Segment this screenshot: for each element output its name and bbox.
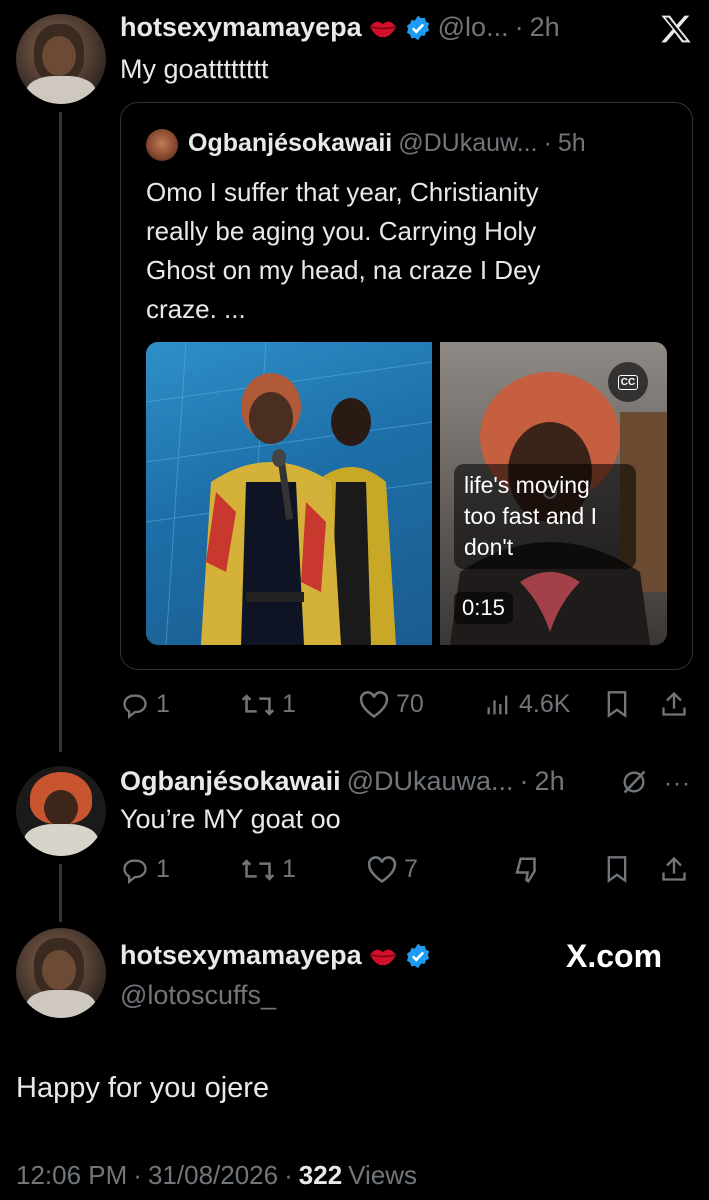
post1-like-button[interactable]: 70 — [358, 690, 424, 719]
separator-dot: · — [514, 12, 524, 42]
quote-photo[interactable] — [146, 342, 432, 645]
post1-views-count: 4.6K — [519, 690, 571, 718]
thread-line — [59, 112, 62, 752]
post3-text: Happy for you ojere — [16, 1072, 270, 1104]
post2-like-button[interactable]: 7 — [366, 855, 418, 884]
verified-badge-icon — [404, 942, 432, 970]
repost-icon — [240, 691, 276, 719]
post2-reply-button[interactable]: 1 — [120, 855, 170, 884]
cc-button[interactable]: CC — [608, 362, 648, 402]
post3-views-count: 322 — [298, 1160, 343, 1190]
post2-dislike-button[interactable] — [512, 855, 542, 885]
post1-time[interactable]: 2h — [530, 12, 560, 43]
quote-video[interactable]: life's moving too fast and I don't 0:15 … — [440, 342, 667, 645]
separator-dot: · — [543, 129, 552, 157]
lips-emoji-icon — [368, 945, 398, 967]
repost-icon — [240, 856, 276, 884]
avatar-hotsexymamayepa-main[interactable] — [16, 928, 106, 1018]
post1-repost-count: 1 — [282, 690, 296, 718]
separator-dot: · — [519, 766, 529, 796]
quote-display-name[interactable]: Ogbanjésokawaii — [188, 129, 392, 158]
post1-share-button[interactable] — [660, 690, 688, 718]
dislike-icon — [512, 855, 542, 885]
post1-repost-button[interactable]: 1 — [240, 690, 296, 719]
post3-handle[interactable]: @lotoscuffs_ — [120, 980, 276, 1011]
post2-bookmark-button[interactable] — [604, 855, 630, 883]
post2-reply-count: 1 — [156, 855, 170, 883]
post1-reply-count: 1 — [156, 690, 170, 718]
quote-time[interactable]: 5h — [558, 129, 586, 158]
post3-date[interactable]: 31/08/2026 — [148, 1160, 278, 1191]
verified-badge-icon — [404, 14, 432, 42]
x-com-watermark: X.com — [566, 938, 663, 974]
x-logo-icon[interactable] — [660, 14, 692, 44]
separator-dot: · — [284, 1160, 293, 1190]
post2-text: You’re MY goat oo — [120, 804, 341, 834]
avatar-ogbanjesokawaii[interactable] — [16, 766, 106, 856]
avatar-hotsexymamayepa[interactable] — [16, 14, 106, 104]
post2-time[interactable]: 2h — [535, 766, 565, 797]
video-caption: life's moving too fast and I don't — [454, 464, 636, 569]
more-icon[interactable]: ··· — [664, 770, 691, 798]
post2-header: Ogbanjésokawaii @DUkauwa... · 2h — [120, 766, 565, 797]
post1-display-name[interactable]: hotsexymamayepa — [120, 12, 362, 43]
post3-time[interactable]: 12:06 PM — [16, 1160, 127, 1191]
grok-icon[interactable] — [620, 768, 648, 796]
post2-repost-button[interactable]: 1 — [240, 855, 296, 884]
video-duration: 0:15 — [454, 592, 513, 624]
reply-icon — [120, 691, 150, 719]
separator-dot: · — [133, 1160, 142, 1190]
post1-like-count: 70 — [396, 690, 424, 718]
post1-views-button[interactable]: 4.6K — [483, 690, 570, 719]
post1-handle[interactable]: @lo... — [438, 12, 509, 43]
like-icon — [366, 855, 398, 884]
post2-display-name[interactable]: Ogbanjésokawaii — [120, 766, 341, 797]
post1-bookmark-button[interactable] — [604, 690, 630, 718]
thread-line-2 — [59, 864, 62, 922]
quote-avatar[interactable] — [146, 129, 178, 161]
post2-handle[interactable]: @DUkauwa... — [347, 766, 514, 797]
bookmark-icon — [604, 690, 630, 718]
share-icon — [660, 855, 688, 883]
lips-emoji-icon — [368, 17, 398, 39]
cc-icon: CC — [617, 374, 639, 390]
post2-share-button[interactable] — [660, 855, 688, 883]
post3-display-name[interactable]: hotsexymamayepa — [120, 940, 362, 971]
post3-views-label: Views — [348, 1160, 418, 1190]
post1-header: hotsexymamayepa @lo... · 2h — [120, 12, 560, 43]
bookmark-icon — [604, 855, 630, 883]
quote-header: Ogbanjésokawaii @DUkauw... · 5h — [188, 129, 586, 158]
post1-text: My goatttttttt — [120, 54, 269, 84]
post1-reply-button[interactable]: 1 — [120, 690, 170, 719]
post3-meta: 12:06 PM · 31/08/2026 · 322 Views — [16, 1160, 417, 1191]
quote-handle[interactable]: @DUkauw... — [398, 129, 537, 158]
post2-repost-count: 1 — [282, 855, 296, 883]
reply-icon — [120, 856, 150, 884]
share-icon — [660, 690, 688, 718]
quote-text: Omo I suffer that year, Christianity rea… — [146, 177, 541, 324]
like-icon — [358, 690, 390, 719]
views-icon — [483, 691, 513, 719]
post3-name-row: hotsexymamayepa — [120, 940, 432, 971]
post2-like-count: 7 — [404, 855, 418, 883]
